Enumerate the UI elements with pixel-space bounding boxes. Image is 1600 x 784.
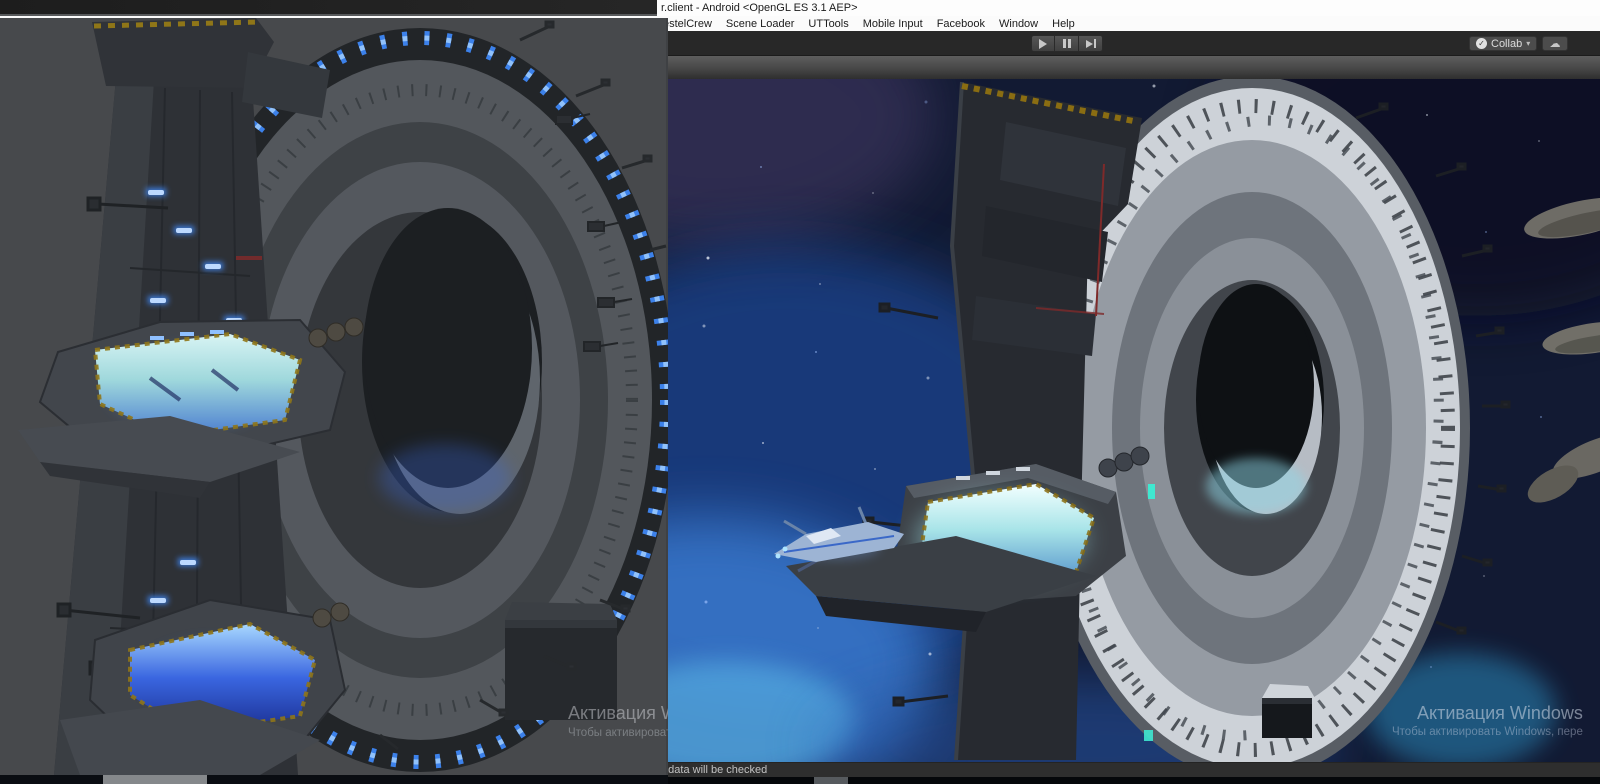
cloud-services-button[interactable]: ☁ [1542, 36, 1568, 51]
play-button[interactable] [1031, 35, 1055, 52]
windows-activation-watermark: Активация Wind [568, 703, 668, 723]
cargo-container-right [1262, 684, 1316, 738]
taskbar-segment[interactable] [814, 777, 848, 784]
bottom-edge-strip-right [668, 777, 1600, 784]
model-viewer-3d-viewport[interactable]: Активация Wind Чтобы активировать [0, 18, 668, 775]
screen: r.client - Android <OpenGL ES 3.1 AEP> e… [0, 0, 1600, 784]
play-controls [1031, 35, 1103, 52]
game-scene-render [656, 79, 1600, 762]
windows-activation-watermark-sub: Чтобы активировать Windows, пере [1392, 726, 1583, 738]
step-icon [1085, 39, 1096, 48]
model-viewer-window: Активация Wind Чтобы активировать [0, 0, 668, 775]
collab-caret-icon: ▾ [1526, 39, 1531, 48]
menu-item-window[interactable]: Window [992, 18, 1045, 30]
game-view-control-strip[interactable] [656, 56, 1600, 79]
windows-activation-watermark: Активация Windows [1417, 703, 1583, 723]
windows-activation-watermark-sub: Чтобы активировать [568, 727, 668, 739]
menu-item-uttools[interactable]: UTTools [801, 18, 855, 30]
step-button[interactable] [1079, 35, 1103, 52]
menu-item-mobile-input[interactable]: Mobile Input [856, 18, 930, 30]
pause-button[interactable] [1055, 35, 1079, 52]
model-viewer-title-bar [0, 0, 657, 16]
taskbar-segment[interactable] [103, 775, 207, 784]
menu-item-scene-loader[interactable]: Scene Loader [719, 18, 802, 30]
collab-button[interactable]: ✓ Collab ▾ [1469, 36, 1538, 51]
model-render [18, 18, 668, 775]
game-view[interactable] [656, 79, 1600, 762]
collab-label: Collab [1491, 37, 1523, 50]
collab-check-icon: ✓ [1476, 38, 1487, 49]
unity-window-title: r.client - Android <OpenGL ES 3.1 AEP> [661, 2, 858, 14]
menu-item-help[interactable]: Help [1045, 18, 1082, 30]
pause-icon [1062, 39, 1071, 48]
menu-item-facebook[interactable]: Facebook [930, 18, 992, 30]
unity-status-bar: tadata will be checked [656, 762, 1600, 777]
play-icon [1039, 38, 1047, 49]
bottom-edge-strip-left [0, 775, 668, 784]
